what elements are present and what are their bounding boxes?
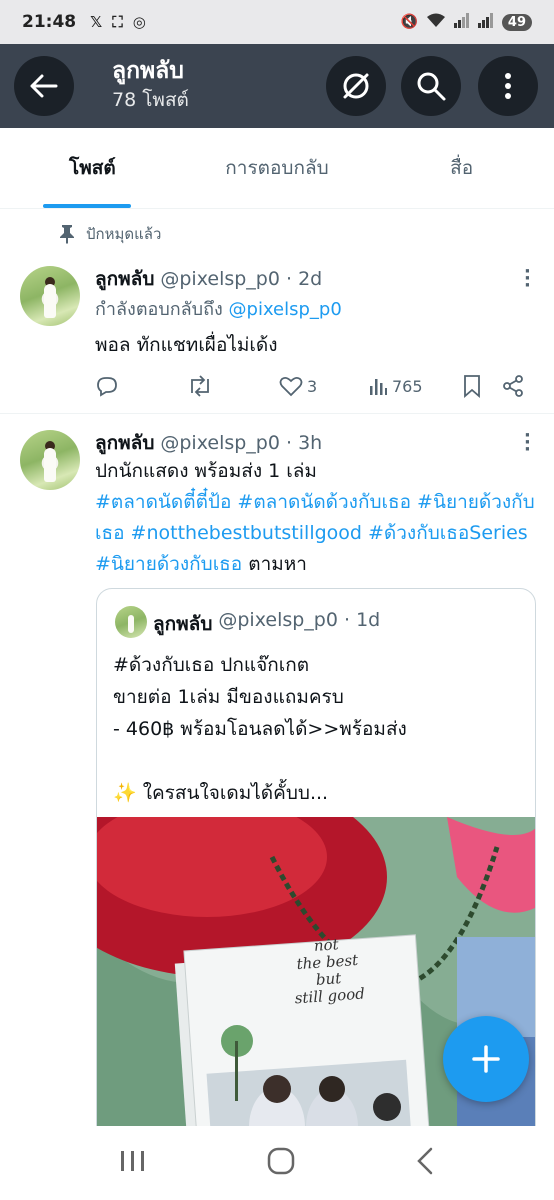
quote-header: ลูกพลับ @pixelsp_p0 · 1d (153, 609, 380, 639)
instagram-icon: ◎ (132, 13, 146, 31)
battery-indicator: 49 (501, 13, 532, 31)
tab-media[interactable]: สื่อ (369, 128, 554, 208)
post-more-icon[interactable]: · · · (524, 263, 531, 295)
profile-header: ลูกพลับ 78 โพสต์ (0, 44, 554, 128)
reply-icon[interactable] (95, 375, 119, 397)
signal-icon-2 (477, 12, 494, 32)
post-more-icon[interactable]: · · · (524, 427, 531, 459)
author-name[interactable]: ลูกพลับ (95, 428, 154, 458)
views-button[interactable]: 765 (368, 376, 423, 396)
system-nav-bar (0, 1126, 554, 1200)
status-time: 21:48 (22, 12, 77, 32)
mute-icon: 🔇 (400, 14, 418, 30)
views-icon (370, 379, 387, 395)
home-icon (267, 1147, 295, 1175)
reply-prefix: กำลังตอบกลับถึง (95, 299, 229, 320)
heart-icon (279, 376, 303, 397)
compose-post-button[interactable] (443, 1016, 529, 1102)
header-titles: ลูกพลับ 78 โพสต์ (112, 56, 189, 114)
wifi-icon (426, 12, 446, 32)
post-header: ลูกพลับ @pixelsp_p0 · 3h (95, 428, 322, 458)
recent-apps-icon (121, 1151, 145, 1171)
avatar[interactable] (20, 266, 80, 326)
back-button[interactable] (14, 56, 74, 116)
book-title: not the best but still good (281, 934, 376, 1008)
share-icon[interactable] (501, 374, 525, 398)
scan-icon: ⛶ (112, 13, 123, 31)
hashtag-links[interactable]: #ตลาดนัดตี๋ตี๋ป้อ #ตลาดนัดด้วงกับเธอ #นิ… (95, 491, 535, 575)
plus-icon (472, 1045, 500, 1073)
post-divider (0, 413, 554, 414)
repost-icon[interactable] (187, 375, 213, 397)
back-arrow-icon (30, 74, 58, 98)
profile-name: ลูกพลับ (112, 58, 184, 84)
pinned-indicator: ปักหมุดแล้ว (58, 222, 161, 246)
quoted-post[interactable]: ลูกพลับ @pixelsp_p0 · 1d #ด้วงกับเธอ ปกแ… (96, 588, 536, 1200)
post-header: ลูกพลับ @pixelsp_p0 · 2d (95, 264, 322, 294)
more-options-button[interactable] (478, 56, 538, 116)
home-button[interactable] (266, 1146, 296, 1180)
view-count: 765 (392, 376, 423, 396)
tab-media-label: สื่อ (450, 157, 474, 179)
search-button[interactable] (401, 56, 461, 116)
post-count: 78 โพสต์ (112, 89, 189, 111)
more-vertical-icon (505, 73, 511, 99)
quote-avatar (115, 606, 147, 638)
recent-apps-button[interactable] (119, 1149, 147, 1177)
author-handle-time: @pixelsp_p0 · 2d (160, 268, 323, 290)
active-tab-indicator (43, 204, 131, 208)
post-hashtags: #ตลาดนัดตี๋ตี๋ป้อ #ตลาดนัดด้วงกับเธอ #นิ… (95, 487, 535, 580)
pinned-label: ปักหมุดแล้ว (86, 225, 162, 243)
reply-context: กำลังตอบกลับถึง @pixelsp_p0 (95, 294, 535, 325)
quote-text: #ด้วงกับเธอ ปกแจ๊กเกต ขายต่อ 1เล่ม มีของ… (113, 654, 407, 804)
search-icon (417, 72, 446, 101)
post-actions: 3 765 (95, 371, 535, 401)
signal-icon (453, 12, 470, 32)
status-bar: 21:48 𝕏 ⛶ ◎ 🔇 49 (0, 0, 554, 44)
bookmark-icon[interactable] (462, 374, 482, 398)
back-chevron-icon (416, 1147, 432, 1175)
tab-replies[interactable]: การตอบกลับ (185, 128, 370, 208)
tab-replies-label: การตอบกลับ (225, 157, 329, 179)
avatar[interactable] (20, 430, 80, 490)
quote-author-name: ลูกพลับ (153, 613, 213, 635)
profile-tabs: โพสต์ การตอบกลับ สื่อ (0, 128, 554, 209)
like-count: 3 (307, 376, 318, 396)
reply-to-link[interactable]: @pixelsp_p0 (229, 299, 342, 320)
post-tail-text: ตามหา (242, 553, 307, 575)
tab-posts-label: โพสต์ (69, 157, 116, 179)
author-handle-time: @pixelsp_p0 · 3h (160, 432, 323, 454)
back-nav-button[interactable] (415, 1147, 435, 1179)
post-text: พอล ทักแชทเผื่อไม่เด้ง (95, 334, 278, 356)
pin-icon (60, 225, 74, 244)
x-logo-icon: 𝕏 (90, 13, 103, 31)
grok-icon (343, 73, 369, 99)
like-button[interactable]: 3 (279, 375, 317, 397)
post-text-line: ปกนักแสดง พร้อมส่ง 1 เล่ม (95, 460, 317, 482)
author-name[interactable]: ลูกพลับ (95, 264, 154, 294)
quote-handle-time: @pixelsp_p0 · 1d (218, 609, 381, 631)
grok-button[interactable] (326, 56, 386, 116)
tab-posts[interactable]: โพสต์ (0, 128, 185, 208)
